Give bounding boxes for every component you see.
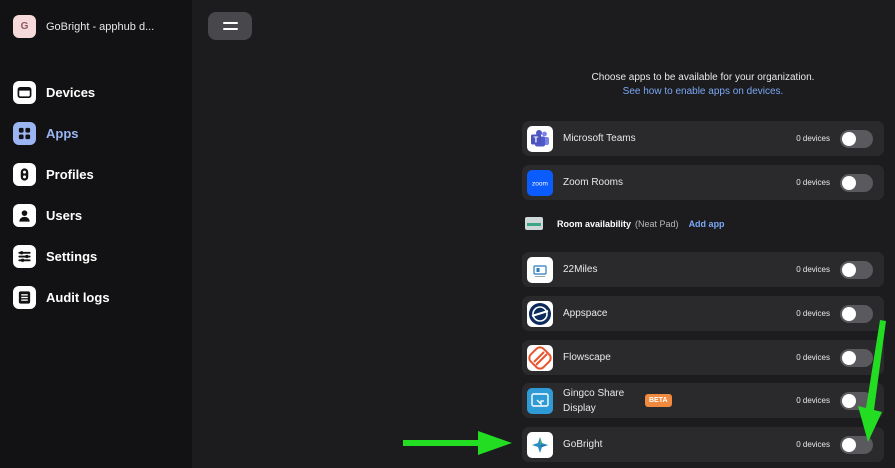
neat-pad-icon — [525, 217, 543, 230]
app-row-gingco-share-display: Gingco Share Display BETA 0 devices — [522, 383, 884, 418]
app-row-gobright: GoBright 0 devices — [522, 427, 884, 462]
gobright-icon — [527, 431, 553, 458]
app-enable-toggle[interactable] — [840, 260, 873, 279]
app-enable-toggle[interactable] — [840, 129, 873, 148]
org-avatar: G — [13, 15, 36, 38]
app-device-count: 0 devices — [796, 134, 830, 143]
nav-item-apps[interactable]: Apps — [13, 113, 110, 154]
app-device-count: 0 devices — [796, 440, 830, 449]
hamburger-icon-line — [222, 22, 238, 24]
nav-item-profiles[interactable]: Profiles — [13, 154, 110, 195]
app-device-count: 0 devices — [796, 178, 830, 187]
app-name: Appspace — [563, 308, 608, 319]
hamburger-icon-line — [222, 28, 238, 30]
nav-label-users: Users — [46, 208, 83, 223]
toggle-knob — [842, 262, 856, 277]
nav-item-settings[interactable]: Settings — [13, 236, 110, 277]
menu-toggle-button[interactable] — [208, 12, 252, 40]
nav-label-settings: Settings — [46, 249, 98, 264]
nav-menu: Devices Apps Profiles Users Settings Aud… — [13, 72, 110, 318]
app-name: Zoom Rooms — [563, 177, 624, 188]
sidebar: G GoBright - apphub d... Devices Apps Pr… — [0, 0, 192, 468]
annotation-arrow-right-icon — [403, 431, 512, 455]
nav-label-apps: Apps — [46, 126, 79, 141]
section-subtitle: (Neat Pad) — [635, 218, 679, 229]
annotation-arrow-down-icon — [858, 320, 886, 442]
zoom-icon: zoom — [527, 169, 553, 196]
nav-item-devices[interactable]: Devices — [13, 72, 110, 113]
devices-icon — [13, 81, 36, 104]
appspace-icon — [527, 300, 553, 327]
app-name: Microsoft Teams — [563, 133, 636, 144]
settings-icon — [13, 245, 36, 268]
intro-text: Choose apps to be available for your org… — [591, 72, 815, 83]
toggle-knob — [842, 131, 856, 146]
microsoft-teams-icon: T — [527, 125, 553, 152]
22miles-icon — [527, 256, 553, 283]
apps-icon — [13, 122, 36, 145]
app-enable-toggle[interactable] — [840, 173, 873, 192]
nav-label-audit-logs: Audit logs — [46, 290, 110, 305]
zoom-logo-text: zoom — [532, 180, 548, 187]
svg-text:T: T — [534, 135, 539, 144]
audit-logs-icon — [13, 286, 36, 309]
org-name: GoBright - apphub d... — [46, 20, 155, 33]
app-device-count: 0 devices — [796, 353, 830, 362]
app-name: GoBright — [563, 439, 603, 450]
section-title: Room availability — [557, 218, 632, 229]
app-device-count: 0 devices — [796, 309, 830, 318]
app-device-count: 0 devices — [796, 396, 830, 405]
app-row-microsoft-teams: T Microsoft Teams 0 devices — [522, 121, 884, 156]
add-app-link[interactable]: Add app — [689, 219, 725, 229]
nav-item-users[interactable]: Users — [13, 195, 110, 236]
nav-item-audit-logs[interactable]: Audit logs — [13, 277, 110, 318]
app-name: Flowscape — [563, 352, 611, 363]
nav-label-devices: Devices — [46, 85, 96, 100]
app-device-count: 0 devices — [796, 265, 830, 274]
app-name: Gingco Share Display — [563, 387, 625, 414]
nav-label-profiles: Profiles — [46, 167, 94, 182]
org-switcher[interactable]: G GoBright - apphub d... — [13, 15, 154, 38]
profiles-icon — [13, 163, 36, 186]
apps-intro: Choose apps to be available for your org… — [522, 72, 884, 97]
app-name: 22Miles — [563, 264, 598, 275]
toggle-knob — [842, 175, 856, 190]
app-row-appspace: Appspace 0 devices — [522, 296, 884, 331]
room-availability-section: Room availability (Neat Pad) Add app — [525, 217, 725, 230]
beta-badge: BETA — [645, 394, 672, 407]
enable-apps-help-link[interactable]: See how to enable apps on devices. — [522, 86, 884, 97]
gingco-icon — [527, 387, 553, 414]
app-row-flowscape: Flowscape 0 devices — [522, 340, 884, 375]
users-icon — [13, 204, 36, 227]
app-row-zoom-rooms: zoom Zoom Rooms 0 devices — [522, 165, 884, 200]
app-row-22miles: 22Miles 0 devices — [522, 252, 884, 287]
flowscape-icon — [527, 344, 553, 371]
